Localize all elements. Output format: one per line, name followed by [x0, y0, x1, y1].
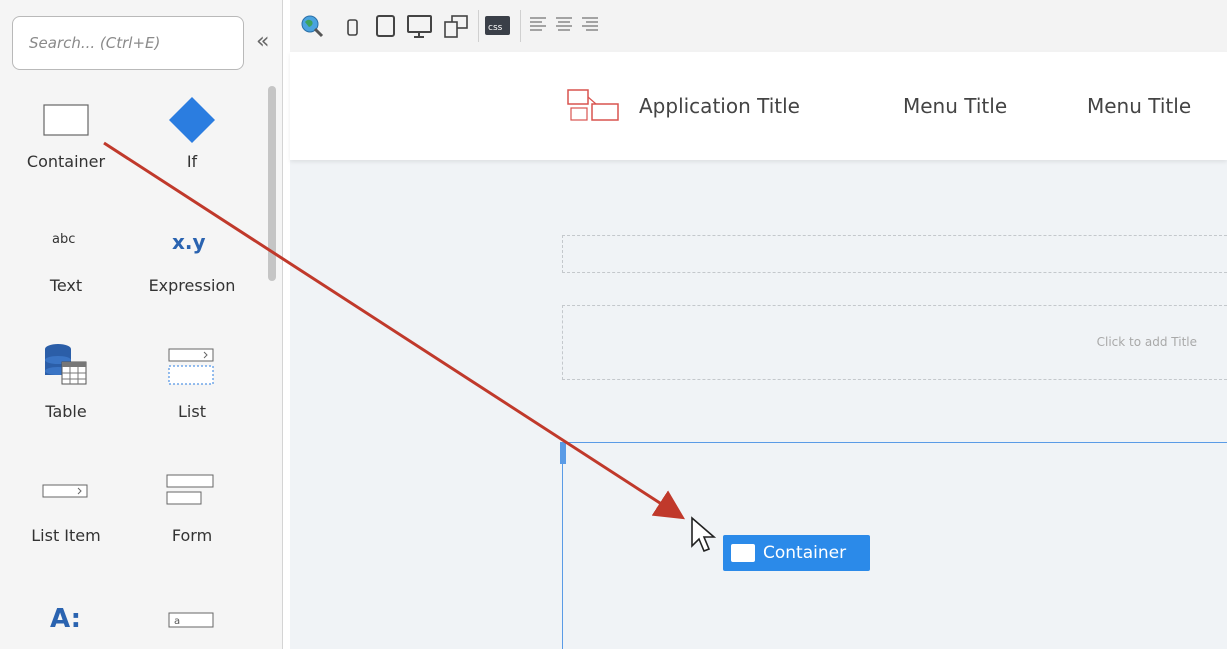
container-icon — [731, 544, 755, 562]
mouse-cursor-icon — [691, 516, 717, 553]
chip-label: Container — [763, 543, 847, 563]
dragged-container-chip[interactable]: Container — [723, 535, 870, 571]
drag-arrow — [103, 141, 686, 520]
